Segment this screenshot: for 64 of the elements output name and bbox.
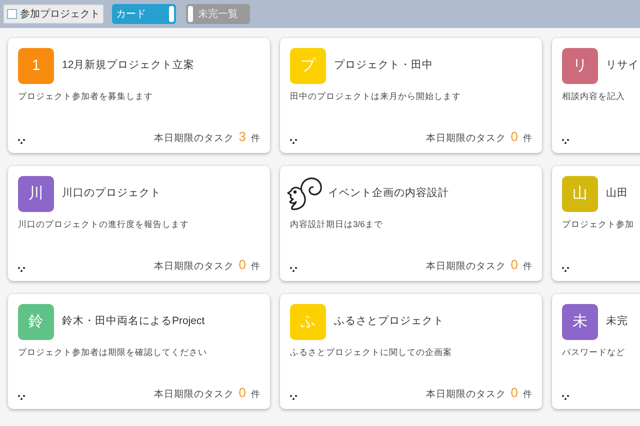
letter-avatar: 鈴: [18, 304, 54, 340]
project-card[interactable]: イベント企画の内容設計 内容設計期日は3/6まで 本日期限のタスク 0 件: [280, 166, 542, 281]
dots-icon[interactable]: [290, 139, 297, 144]
dots-icon[interactable]: [562, 395, 569, 400]
task-count: 0: [510, 128, 519, 146]
dots-icon[interactable]: [290, 267, 297, 272]
dots-icon[interactable]: [562, 139, 569, 144]
project-description: ふるさとプロジェクトに関しての企画案: [290, 346, 453, 359]
project-card[interactable]: ふ ふるさとプロジェクト ふるさとプロジェクトに関しての企画案 本日期限のタスク 0 件: [280, 294, 542, 409]
task-label: 本日期限のタスク: [154, 132, 234, 146]
task-unit: 件: [251, 388, 260, 400]
project-card[interactable]: 1 12月新規プロジェクト立案 プロジェクト参加者を募集します 本日期限のタスク 3 件: [8, 38, 270, 153]
letter-avatar: 未: [562, 304, 598, 340]
project-card[interactable]: 鈴 鈴木・田中両名によるProject プロジェクト参加者は期限を確認してください 本日期限のタスク 0 件: [8, 294, 270, 409]
project-description: 相談内容を記入: [562, 90, 626, 103]
dots-icon[interactable]: [18, 139, 25, 144]
letter-avatar: 山: [562, 176, 598, 212]
task-count: 0: [510, 256, 519, 274]
task-count: 0: [510, 384, 519, 402]
squirrel-icon: [286, 176, 324, 212]
task-label: 本日期限のタスク: [426, 132, 506, 146]
project-title: ふるさとプロジェクト: [334, 314, 444, 330]
letter-avatar: プ: [290, 48, 326, 84]
project-card[interactable]: 未 未完 パスワードなど: [552, 294, 640, 409]
dots-icon[interactable]: [562, 267, 569, 272]
letter-avatar: リ: [562, 48, 598, 84]
letter-avatar: ふ: [290, 304, 326, 340]
project-card[interactable]: 山 山田 プロジェクト参加: [552, 166, 640, 281]
project-description: プロジェクト参加: [562, 218, 635, 231]
project-description: プロジェクト参加者を募集します: [18, 90, 154, 103]
project-title: 鈴木・田中両名によるProject: [62, 314, 205, 330]
project-description: 川口のプロジェクトの進行度を報告します: [18, 218, 190, 231]
dots-icon[interactable]: [18, 395, 25, 400]
task-unit: 件: [251, 132, 260, 144]
task-unit: 件: [523, 260, 532, 272]
task-label: 本日期限のタスク: [426, 260, 506, 274]
project-title: 未完: [606, 314, 628, 330]
task-label: 本日期限のタスク: [154, 388, 234, 402]
project-card[interactable]: リ リサイ 相談内容を記入: [552, 38, 640, 153]
project-description: パスワードなど: [562, 346, 626, 359]
letter-avatar: 1: [18, 48, 54, 84]
task-unit: 件: [523, 388, 532, 400]
filter-checkbox-button[interactable]: 参加プロジェクト: [3, 4, 104, 24]
task-count: 3: [238, 128, 247, 146]
project-card[interactable]: 川 川口のプロジェクト 川口のプロジェクトの進行度を報告します 本日期限のタスク 0 件: [8, 166, 270, 281]
project-title: イベント企画の内容設計: [328, 186, 449, 202]
task-label: 本日期限のタスク: [154, 260, 234, 274]
task-count: 0: [238, 256, 247, 274]
project-title: 川口のプロジェクト: [62, 186, 161, 202]
project-description: 内容設計期日は3/6まで: [290, 218, 384, 231]
project-title: 山田: [606, 186, 628, 202]
project-description: 田中のプロジェクトは来月から開始します: [290, 90, 462, 103]
project-title: 12月新規プロジェクト立案: [62, 58, 195, 74]
letter-avatar: 川: [18, 176, 54, 212]
task-count: 0: [238, 384, 247, 402]
project-title: プロジェクト・田中: [334, 58, 433, 74]
dots-icon[interactable]: [290, 395, 297, 400]
project-title: リサイ: [606, 58, 639, 74]
project-description: プロジェクト参加者は期限を確認してください: [18, 346, 208, 359]
project-card[interactable]: プ プロジェクト・田中 田中のプロジェクトは来月から開始します 本日期限のタスク 0 件: [280, 38, 542, 153]
dots-icon[interactable]: [18, 267, 25, 272]
task-unit: 件: [251, 260, 260, 272]
task-unit: 件: [523, 132, 532, 144]
task-label: 本日期限のタスク: [426, 388, 506, 402]
